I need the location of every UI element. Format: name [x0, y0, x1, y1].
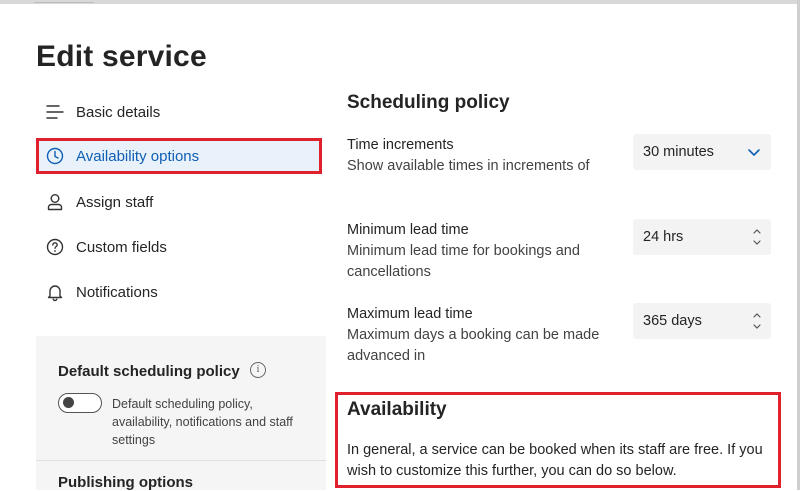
time-increments-value: 30 minutes [643, 144, 714, 160]
decrement-icon[interactable] [751, 237, 763, 249]
min-lead-time-value: 24 hrs [643, 229, 684, 245]
time-increments-description: Show available times in increments of [347, 158, 590, 174]
increment-icon[interactable] [751, 225, 763, 237]
availability-title: Availability [347, 399, 447, 420]
list-lines-icon [44, 101, 66, 123]
publishing-options-title: Publishing options [58, 474, 193, 491]
nav-item-availability-options[interactable]: Availability options [36, 138, 322, 174]
stepper-arrows [751, 309, 763, 333]
page-title: Edit service [36, 40, 207, 73]
nav-item-assign-staff[interactable]: Assign staff [36, 184, 322, 220]
default-policy-toggle[interactable] [58, 393, 102, 413]
availability-description: In general, a service can be booked when… [347, 442, 763, 479]
nav-item-custom-fields[interactable]: Custom fields [36, 229, 322, 265]
bell-icon [44, 281, 66, 303]
max-lead-time-label: Maximum lead time [347, 306, 473, 322]
person-icon [44, 191, 66, 213]
max-lead-time-value: 365 days [643, 313, 702, 329]
min-lead-time-stepper[interactable]: 24 hrs [633, 219, 771, 255]
time-increments-label: Time increments [347, 137, 454, 153]
info-icon[interactable]: i [250, 362, 266, 378]
nav-item-notifications[interactable]: Notifications [36, 274, 322, 310]
nav-item-label: Basic details [76, 103, 161, 121]
decrement-icon[interactable] [751, 321, 763, 333]
partial-top-control [34, 0, 94, 3]
max-lead-time-stepper[interactable]: 365 days [633, 303, 771, 339]
nav-item-label: Custom fields [76, 238, 167, 256]
card-divider [36, 460, 326, 461]
clock-icon [44, 145, 66, 167]
chevron-down-icon [745, 143, 763, 161]
time-increments-dropdown[interactable]: 30 minutes [633, 134, 771, 170]
nav-item-label: Availability options [76, 147, 200, 165]
nav-item-basic-details[interactable]: Basic details [36, 94, 322, 130]
top-window-strip [0, 0, 800, 4]
min-lead-time-label: Minimum lead time [347, 222, 469, 238]
nav-item-label: Notifications [76, 283, 158, 301]
default-policy-card: Default scheduling policy i Default sche… [36, 336, 326, 491]
availability-section: Availability In general, a service can b… [335, 392, 781, 488]
default-policy-description: Default scheduling policy, availability,… [112, 397, 293, 447]
stepper-arrows [751, 225, 763, 249]
increment-icon[interactable] [751, 309, 763, 321]
max-lead-time-description: Maximum days a booking can be made advan… [347, 327, 600, 364]
default-policy-title: Default scheduling policy [58, 363, 240, 380]
toggle-knob [63, 397, 74, 408]
min-lead-time-description: Minimum lead time for bookings and cance… [347, 243, 580, 280]
nav-item-label: Assign staff [76, 193, 154, 211]
question-circle-icon [44, 236, 66, 258]
scheduling-policy-title: Scheduling policy [347, 92, 510, 113]
